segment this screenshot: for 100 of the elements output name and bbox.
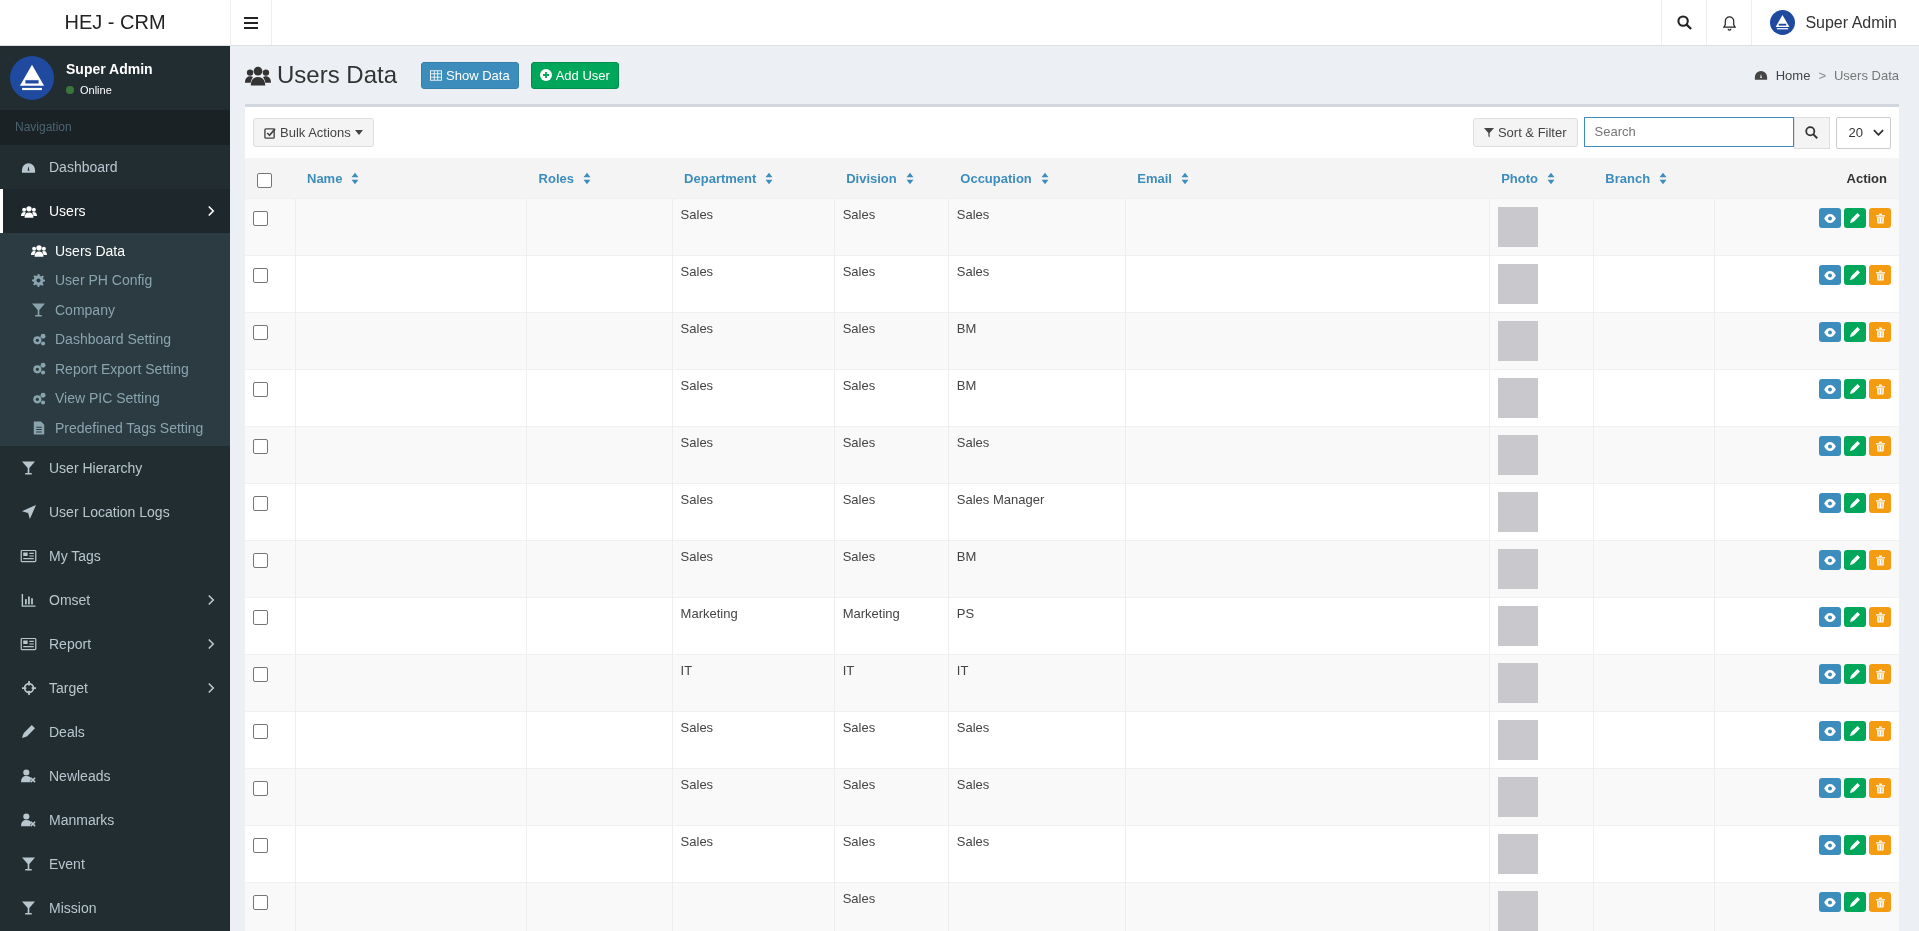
submenu-item[interactable]: User PH Config bbox=[0, 265, 230, 295]
view-button[interactable] bbox=[1819, 436, 1841, 456]
pencil-icon bbox=[1850, 213, 1860, 223]
nav-item[interactable]: Mission bbox=[0, 885, 230, 930]
view-button[interactable] bbox=[1819, 550, 1841, 570]
nav-item[interactable]: Dashboard bbox=[0, 145, 230, 189]
breadcrumb-link[interactable]: Home bbox=[1775, 67, 1811, 83]
menu-toggle[interactable] bbox=[230, 0, 272, 45]
submenu-item[interactable]: Report Export Setting bbox=[0, 354, 230, 384]
nav-item[interactable]: Omset bbox=[0, 577, 230, 622]
view-button[interactable] bbox=[1819, 607, 1841, 627]
view-button[interactable] bbox=[1819, 835, 1841, 855]
view-button[interactable] bbox=[1819, 265, 1841, 285]
brand-title: HEJ - CRM bbox=[63, 10, 167, 35]
pencil-icon bbox=[1850, 669, 1860, 679]
view-button[interactable] bbox=[1819, 493, 1841, 513]
table-cell: Sales bbox=[956, 834, 990, 849]
delete-button[interactable] bbox=[1869, 664, 1891, 684]
submenu-item[interactable]: Predefined Tags Setting bbox=[0, 413, 230, 443]
funnel-icon bbox=[1483, 127, 1494, 138]
table-cell: Sales bbox=[842, 720, 876, 735]
edit-button[interactable] bbox=[1844, 550, 1866, 570]
delete-button[interactable] bbox=[1869, 379, 1891, 399]
row-checkbox[interactable] bbox=[253, 325, 268, 340]
nav-item[interactable]: Report bbox=[0, 621, 230, 666]
row-checkbox[interactable] bbox=[253, 724, 268, 739]
search-field[interactable]: Search bbox=[1583, 116, 1794, 147]
view-button[interactable] bbox=[1819, 721, 1841, 741]
nav-item[interactable]: Newleads bbox=[0, 753, 230, 798]
breadcrumb-current: Users Data bbox=[1833, 67, 1899, 83]
row-checkbox[interactable] bbox=[253, 838, 268, 853]
nav-item[interactable]: Deals bbox=[0, 709, 230, 754]
delete-button[interactable] bbox=[1869, 721, 1891, 741]
delete-button[interactable] bbox=[1869, 550, 1891, 570]
delete-button[interactable] bbox=[1869, 778, 1891, 798]
row-checkbox[interactable] bbox=[253, 211, 268, 226]
view-button[interactable] bbox=[1819, 892, 1841, 912]
row-checkbox[interactable] bbox=[253, 667, 268, 682]
delete-button[interactable] bbox=[1869, 208, 1891, 228]
edit-button[interactable] bbox=[1844, 208, 1866, 228]
row-checkbox[interactable] bbox=[253, 496, 268, 511]
nav-item[interactable]: My Tags bbox=[0, 533, 230, 578]
row-checkbox[interactable] bbox=[253, 781, 268, 796]
bulk-actions-button[interactable]: Bulk Actions bbox=[253, 118, 374, 147]
edit-button[interactable] bbox=[1844, 892, 1866, 912]
nav-item[interactable]: Event bbox=[0, 841, 230, 886]
row-checkbox[interactable] bbox=[253, 439, 268, 454]
delete-button[interactable] bbox=[1869, 892, 1891, 912]
navigation-arrow-icon bbox=[21, 504, 36, 519]
edit-button[interactable] bbox=[1844, 664, 1866, 684]
edit-button[interactable] bbox=[1844, 835, 1866, 855]
row-checkbox[interactable] bbox=[253, 895, 268, 910]
sort-filter-button[interactable]: Sort & Filter bbox=[1472, 118, 1578, 147]
submenu-item[interactable]: View PIC Setting bbox=[0, 383, 230, 413]
trash-icon bbox=[1875, 440, 1885, 452]
table-cell: Sales bbox=[842, 435, 876, 450]
show-data-button[interactable]: Show Data bbox=[421, 61, 519, 89]
nav-item[interactable]: User Hierarchy bbox=[0, 445, 230, 490]
delete-button[interactable] bbox=[1869, 835, 1891, 855]
view-button[interactable] bbox=[1819, 322, 1841, 342]
user-name: Super Admin bbox=[66, 60, 153, 77]
nav-item[interactable]: Users bbox=[0, 189, 230, 233]
delete-button[interactable] bbox=[1869, 322, 1891, 342]
edit-button[interactable] bbox=[1844, 379, 1866, 399]
edit-button[interactable] bbox=[1844, 721, 1866, 741]
trash-icon bbox=[1875, 554, 1885, 566]
sort-icon bbox=[905, 171, 914, 185]
view-button[interactable] bbox=[1819, 664, 1841, 684]
row-checkbox[interactable] bbox=[253, 382, 268, 397]
row-checkbox[interactable] bbox=[253, 268, 268, 283]
edit-button[interactable] bbox=[1844, 493, 1866, 513]
select-all-checkbox[interactable] bbox=[257, 172, 272, 188]
table-cell: Marketing bbox=[680, 606, 738, 621]
edit-button[interactable] bbox=[1844, 607, 1866, 627]
delete-button[interactable] bbox=[1869, 265, 1891, 285]
nav-item[interactable]: User Location Logs bbox=[0, 489, 230, 534]
page-title: Users Data bbox=[277, 61, 398, 89]
trash-icon bbox=[1875, 269, 1885, 281]
nav-item[interactable]: Manmarks bbox=[0, 797, 230, 842]
row-checkbox[interactable] bbox=[253, 553, 268, 568]
view-button[interactable] bbox=[1819, 208, 1841, 228]
photo-placeholder bbox=[1497, 207, 1538, 247]
view-button[interactable] bbox=[1819, 379, 1841, 399]
row-checkbox[interactable] bbox=[253, 610, 268, 625]
submenu-item[interactable]: Users Data bbox=[0, 236, 230, 266]
page-size-select[interactable]: 20 bbox=[1835, 116, 1891, 149]
bar-chart-icon bbox=[21, 592, 36, 607]
user-menu[interactable]: Super Admin bbox=[1751, 0, 1919, 45]
delete-button[interactable] bbox=[1869, 493, 1891, 513]
submenu-item[interactable]: Dashboard Setting bbox=[0, 324, 230, 354]
search-submit[interactable] bbox=[1793, 116, 1830, 149]
edit-button[interactable] bbox=[1844, 436, 1866, 456]
delete-button[interactable] bbox=[1869, 607, 1891, 627]
delete-button[interactable] bbox=[1869, 436, 1891, 456]
nav-item[interactable]: Target bbox=[0, 665, 230, 710]
edit-button[interactable] bbox=[1844, 265, 1866, 285]
edit-button[interactable] bbox=[1844, 322, 1866, 342]
view-button[interactable] bbox=[1819, 778, 1841, 798]
edit-button[interactable] bbox=[1844, 778, 1866, 798]
submenu-item[interactable]: Company bbox=[0, 295, 230, 325]
